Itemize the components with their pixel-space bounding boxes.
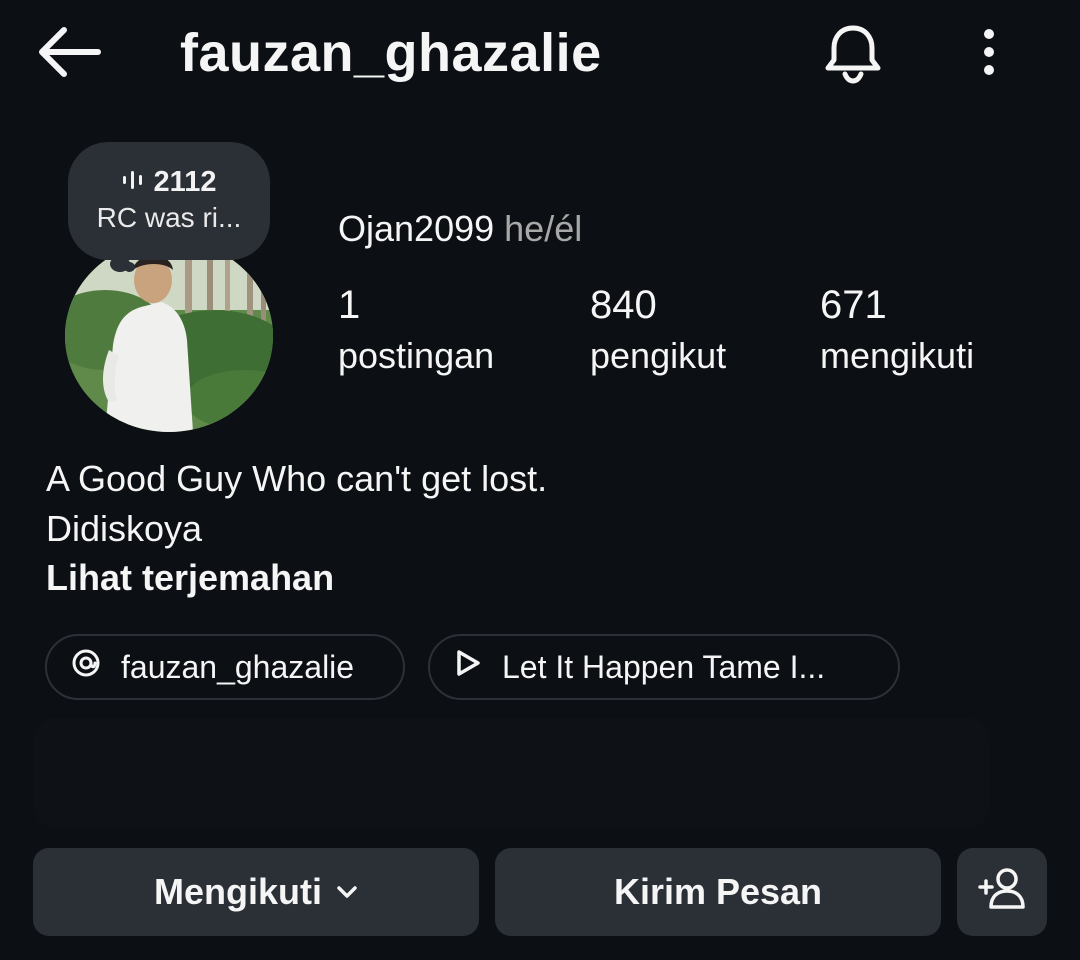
see-translation-link[interactable]: Lihat terjemahan	[46, 554, 334, 602]
bio-line-1: A Good Guy Who can't get lost.	[46, 458, 548, 499]
note-bubble[interactable]: 2112 RC was ri...	[68, 142, 270, 260]
back-arrow-icon[interactable]	[34, 24, 104, 80]
add-user-button[interactable]	[957, 848, 1047, 936]
display-name: Ojan2099	[338, 208, 495, 249]
note-bubble-tail-small	[124, 262, 135, 272]
pronouns: he/él	[504, 208, 583, 249]
following-button-label: Mengikuti	[154, 871, 322, 912]
threads-link-label: fauzan_ghazalie	[121, 648, 355, 685]
avatar[interactable]	[65, 240, 273, 432]
stat-posts[interactable]: 1 postingan	[338, 280, 494, 382]
bio-line-2: Didiskoya	[46, 508, 203, 549]
music-link-pill[interactable]: Let It Happen Tame I...	[428, 634, 900, 700]
note-text: RC was ri...	[96, 202, 242, 233]
stat-following-label: mengikuti	[820, 335, 975, 376]
chevron-down-icon	[336, 885, 358, 899]
add-user-icon	[977, 866, 1027, 919]
stat-followers[interactable]: 840 pengikut	[590, 280, 726, 382]
play-icon	[454, 648, 502, 686]
profile-username-title: fauzan_ghazalie	[180, 23, 602, 83]
music-link-label: Let It Happen Tame I...	[502, 648, 826, 685]
bell-icon[interactable]	[820, 20, 886, 86]
send-message-button[interactable]: Kirim Pesan	[495, 848, 941, 936]
threads-icon	[71, 648, 121, 686]
send-message-button-label: Kirim Pesan	[613, 871, 823, 912]
stat-following-value: 671	[820, 283, 887, 327]
stat-followers-value: 840	[590, 283, 657, 327]
stat-following[interactable]: 671 mengikuti	[820, 280, 974, 382]
stat-followers-label: pengikut	[590, 335, 727, 376]
stat-posts-value: 1	[338, 283, 361, 327]
threads-link-pill[interactable]: fauzan_ghazalie	[45, 634, 405, 700]
note-count: 2112	[153, 165, 217, 198]
more-options-icon[interactable]	[968, 24, 1010, 80]
display-name-line: Ojan2099 he/él	[338, 205, 582, 253]
stat-posts-label: postingan	[338, 335, 495, 376]
story-highlights-area	[34, 718, 989, 828]
following-button[interactable]: Mengikuti	[33, 848, 479, 936]
audio-wave-icon	[122, 170, 144, 195]
